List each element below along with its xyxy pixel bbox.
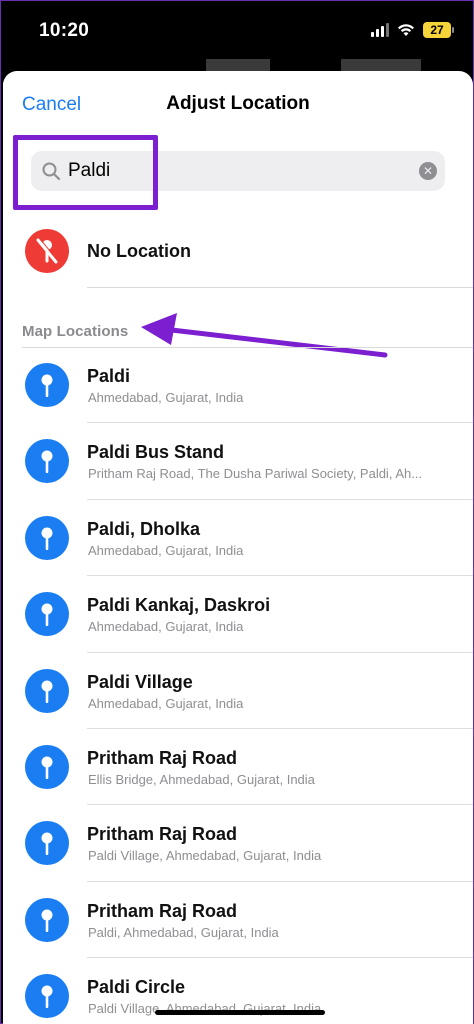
location-row[interactable]: Paldi, Dholka Ahmedabad, Gujarat, India: [3, 500, 473, 577]
page-title: Adjust Location: [166, 93, 310, 114]
status-icons: 27: [371, 22, 454, 38]
section-header-map-locations: Map Locations: [22, 323, 129, 340]
nav-bar: Cancel Adjust Location: [3, 71, 473, 139]
location-pin-icon: [25, 592, 69, 637]
location-subtitle: Ahmedabad, Gujarat, India: [88, 542, 244, 558]
status-time: 10:20: [39, 20, 90, 41]
location-subtitle: Ellis Bridge, Ahmedabad, Gujarat, India: [88, 771, 315, 787]
location-title: Paldi Circle: [87, 977, 186, 998]
location-row[interactable]: Pritham Raj Road Ellis Bridge, Ahmedabad…: [3, 729, 473, 806]
location-row[interactable]: Paldi Kankaj, Daskroi Ahmedabad, Gujarat…: [3, 576, 473, 653]
location-pin-icon: [25, 821, 69, 866]
location-row[interactable]: Paldi Bus Stand Pritham Raj Road, The Du…: [3, 423, 473, 500]
home-indicator[interactable]: [155, 1010, 325, 1015]
location-title: Paldi Kankaj, Daskroi: [87, 595, 271, 616]
location-title: Paldi, Dholka: [87, 518, 201, 539]
location-subtitle: Ahmedabad, Gujarat, India: [88, 695, 244, 711]
divider: [87, 287, 473, 288]
clear-icon[interactable]: ✕: [419, 162, 437, 180]
location-subtitle: Ahmedabad, Gujarat, India: [88, 390, 244, 405]
signal-icon: [371, 23, 389, 37]
location-title: Pritham Raj Road: [87, 900, 238, 921]
location-pin-icon: [25, 974, 69, 1019]
location-subtitle: Paldi, Ahmedabad, Gujarat, India: [88, 924, 279, 940]
location-pin-icon: [25, 439, 69, 484]
location-pin-icon: [25, 363, 69, 407]
adjust-location-sheet: Cancel Adjust Location Paldi ✕ No Locati…: [3, 71, 473, 1024]
location-row[interactable]: Pritham Raj Road Paldi, Ahmedabad, Gujar…: [3, 882, 473, 959]
location-title: Paldi Village: [87, 671, 193, 692]
location-row[interactable]: Pritham Raj Road Paldi Village, Ahmedaba…: [3, 805, 473, 882]
annotation-highlight-box: [13, 135, 158, 210]
no-location-pin-icon: [25, 229, 69, 273]
location-subtitle: Paldi Village, Ahmedabad, Gujarat, India: [88, 848, 322, 864]
location-row[interactable]: Paldi Village Ahmedabad, Gujarat, India: [3, 653, 473, 729]
wifi-icon: [398, 24, 414, 36]
map-locations-list: Paldi Ahmedabad, Gujarat, India Paldi Bu…: [3, 347, 473, 1024]
battery-level: 27: [430, 23, 444, 37]
location-title: Paldi Bus Stand: [87, 442, 225, 463]
no-location-label: No Location: [87, 241, 191, 261]
location-row[interactable]: Paldi Ahmedabad, Gujarat, India: [3, 347, 473, 424]
location-title: Pritham Raj Road: [87, 824, 238, 845]
location-pin-icon: [25, 515, 69, 560]
location-subtitle: Ahmedabad, Gujarat, India: [88, 619, 244, 635]
location-title: Paldi: [87, 366, 131, 386]
no-location-item[interactable]: No Location: [3, 221, 473, 289]
location-pin-icon: [25, 897, 69, 942]
location-pin-icon: [25, 744, 69, 789]
status-bar: 10:20 27: [1, 1, 473, 63]
location-subtitle: Pritham Raj Road, The Dusha Pariwal Soci…: [88, 466, 423, 482]
location-title: Pritham Raj Road: [87, 747, 238, 768]
battery-icon: 27: [423, 22, 454, 38]
location-pin-icon: [25, 668, 69, 713]
